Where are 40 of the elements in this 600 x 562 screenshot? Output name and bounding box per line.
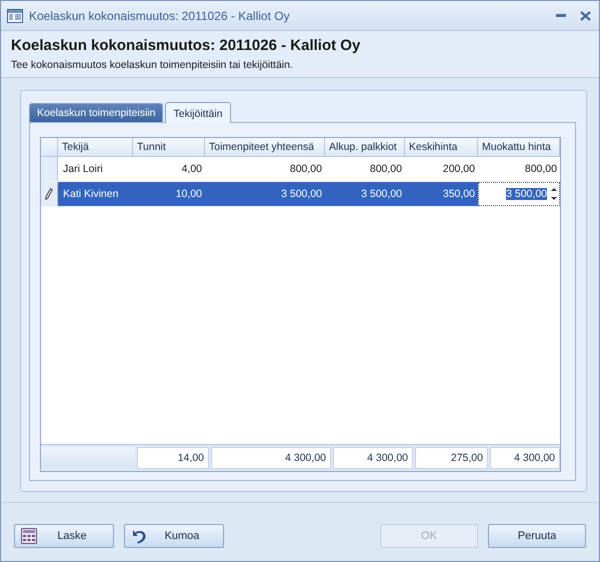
- table-cell: 10,00: [133, 182, 205, 206]
- total-cell: 275,00: [415, 447, 488, 469]
- close-icon[interactable]: [580, 10, 591, 20]
- spin-icon[interactable]: [551, 187, 557, 201]
- action-button[interactable]: Kumoa: [124, 524, 224, 548]
- row-indicator-header: [41, 138, 58, 157]
- calculator-icon: [21, 528, 37, 544]
- table-cell-text: 800,00: [368, 162, 403, 177]
- tab[interactable]: Koelaskun toimenpiteisiin: [29, 103, 164, 122]
- table-cell-text: Jari Loiri: [62, 162, 104, 177]
- window-title: Koelaskun kokonaismuutos: 2011026 - Kalliot Oy: [29, 8, 291, 22]
- table-cell: 3 500,00: [325, 182, 405, 206]
- table-cell-text: 200,00: [442, 162, 476, 177]
- table-cell-text: 800,00: [288, 162, 323, 177]
- total-cell: 4 300,00: [490, 447, 560, 469]
- column-header[interactable]: Keskihinta: [405, 138, 478, 157]
- tab[interactable]: Tekijöittäin: [165, 102, 231, 123]
- table-cell-text: 800,00: [524, 162, 558, 177]
- table-cell: 350,00: [405, 182, 478, 206]
- column-header[interactable]: Toimenpiteet yhteensä: [205, 138, 325, 157]
- column-header[interactable]: Tekijä: [58, 138, 133, 157]
- pencil-icon: [45, 188, 53, 200]
- table-cell: 3 500,00: [205, 182, 325, 206]
- table-cell-text: 4,00: [180, 162, 203, 177]
- row-indicator[interactable]: [41, 182, 58, 206]
- action-button[interactable]: Laske: [14, 524, 114, 548]
- table-icon: [7, 8, 23, 22]
- column-header[interactable]: Tunnit: [133, 138, 205, 157]
- total-cell: 4 300,00: [211, 447, 331, 469]
- undo-icon: [131, 528, 147, 544]
- total-cell: 4 300,00: [333, 447, 413, 469]
- minimize-icon[interactable]: [556, 14, 566, 18]
- total-cell: 14,00: [137, 447, 209, 469]
- price-input[interactable]: 3 500,00: [478, 182, 560, 206]
- column-header[interactable]: Muokattu hinta: [478, 138, 560, 157]
- dialog-button[interactable]: Peruuta: [488, 524, 586, 548]
- column-header[interactable]: Alkup. palkkiot: [325, 138, 405, 157]
- table-cell: Kati Kivinen: [58, 182, 133, 206]
- dialog-description: Tee kokonaismuutos koelaskun toimenpiteisiin tai tekijöittäin.: [11, 59, 294, 71]
- dialog-heading: Koelaskun kokonaismuutos: 2011026 - Kalliot Oy: [11, 37, 362, 54]
